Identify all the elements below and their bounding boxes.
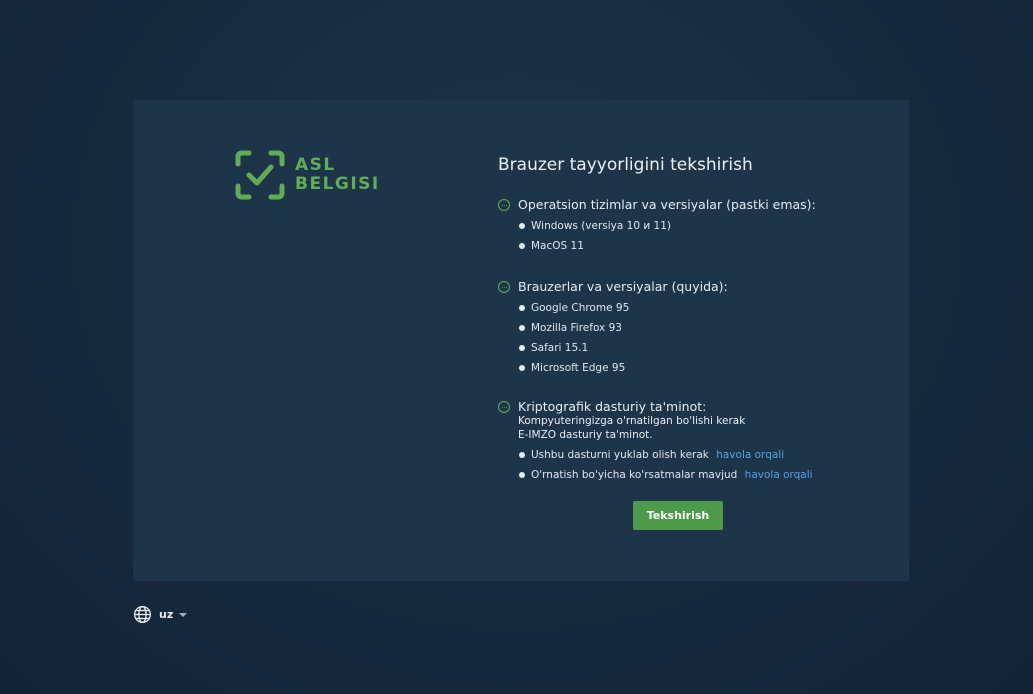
list-item: Microsoft Edge 95 [498, 358, 898, 378]
check-button[interactable]: Tekshirish [633, 501, 723, 530]
description-line: Kompyuteringizga o'rnatilgan bo'lishi ke… [518, 415, 746, 427]
list-item: Ushbu dasturni yuklab olish kerak havola… [498, 445, 898, 465]
list-item: O'rnatish bo'yicha ko'rsatmalar mavjud h… [498, 465, 898, 485]
crypto-software-section: Kriptografik dasturiy ta'minot: Kompyute… [498, 399, 898, 485]
brand-line-2: BELGISI [295, 174, 380, 194]
instructions-link[interactable]: havola orqali [745, 469, 813, 481]
globe-icon [133, 605, 152, 624]
section-title: Brauzerlar va versiyalar (quyida): [518, 279, 728, 294]
browser-requirements-section: Brauzerlar va versiyalar (quyida): Googl… [498, 279, 898, 378]
download-link[interactable]: havola orqali [716, 449, 784, 461]
check-frame-icon [235, 150, 285, 200]
section-title: Operatsion tizimlar va versiyalar (pastk… [518, 197, 816, 212]
brand-wordmark: ASL BELGISI [295, 156, 380, 194]
browser-check-card: ASL BELGISI Brauzer tayyorligini tekshir… [133, 100, 909, 581]
list-item: Google Chrome 95 [498, 298, 898, 318]
language-selector[interactable]: uz [133, 605, 188, 624]
list-item: Windows (versiya 10 и 11) [498, 216, 898, 236]
browser-list: Google Chrome 95 Mozilla Firefox 93 Safa… [498, 298, 898, 378]
section-title: Kriptografik dasturiy ta'minot: [518, 399, 707, 414]
language-code: uz [159, 608, 174, 621]
pending-status-icon [498, 401, 510, 413]
pending-status-icon [498, 281, 510, 293]
section-header: Brauzerlar va versiyalar (quyida): [498, 279, 898, 294]
list-item: Mozilla Firefox 93 [498, 318, 898, 338]
asl-belgisi-logo: ASL BELGISI [235, 150, 380, 200]
chevron-down-icon [179, 612, 188, 617]
crypto-list: Ushbu dasturni yuklab olish kerak havola… [498, 445, 898, 485]
brand-line-1: ASL [295, 155, 336, 175]
list-item: MacOS 11 [498, 236, 898, 256]
item-text: Ushbu dasturni yuklab olish kerak [531, 449, 709, 461]
os-requirements-section: Operatsion tizimlar va versiyalar (pastk… [498, 197, 898, 256]
description-line: E-IMZO dasturiy ta'minot. [518, 429, 653, 441]
section-header: Operatsion tizimlar va versiyalar (pastk… [498, 197, 898, 212]
section-description: Kompyuteringizga o'rnatilgan bo'lishi ke… [518, 414, 898, 442]
list-item: Safari 15.1 [498, 338, 898, 358]
pending-status-icon [498, 199, 510, 211]
section-header: Kriptografik dasturiy ta'minot: [498, 399, 898, 414]
os-list: Windows (versiya 10 и 11) MacOS 11 [498, 216, 898, 256]
item-text: O'rnatish bo'yicha ko'rsatmalar mavjud [531, 469, 738, 481]
page-title: Brauzer tayyorligini tekshirish [498, 155, 753, 175]
